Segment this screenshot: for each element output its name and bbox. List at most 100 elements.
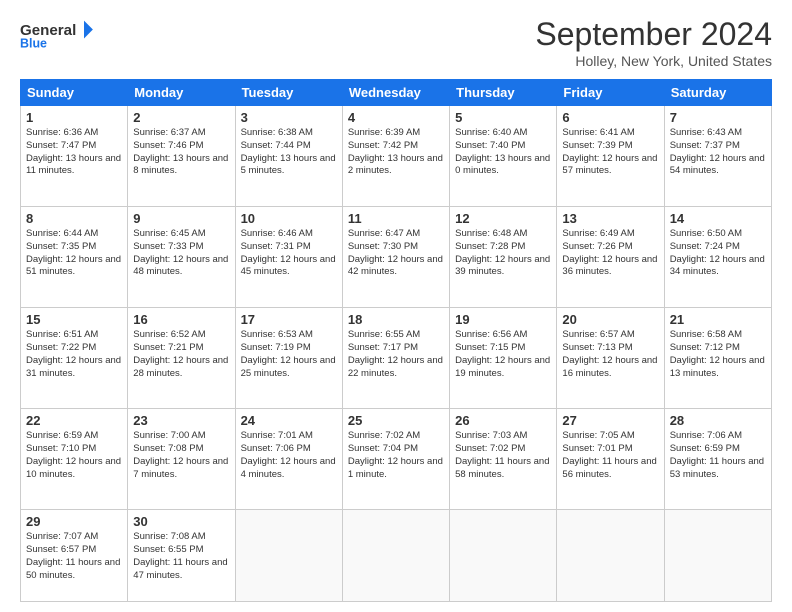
calendar-cell: 15 Sunrise: 6:51 AMSunset: 7:22 PMDayligh… <box>21 308 128 409</box>
day-info: Sunrise: 6:40 AMSunset: 7:40 PMDaylight:… <box>455 127 551 178</box>
day-number: 22 <box>26 413 122 428</box>
calendar-cell: 19Sunrise: 6:56 AMSunset: 7:15 PMDayligh… <box>450 308 557 409</box>
calendar-row: 15 Sunrise: 6:51 AMSunset: 7:22 PMDayligh… <box>21 308 772 409</box>
calendar-cell: 12 Sunrise: 6:48 AMSunset: 7:28 PMDayligh… <box>450 207 557 308</box>
day-info: Sunrise: 7:06 AMSunset: 6:59 PMDaylight:… <box>670 430 766 481</box>
day-number: 7 <box>670 110 766 125</box>
day-number: 3 <box>241 110 337 125</box>
calendar-cell <box>664 510 771 602</box>
calendar-cell: 14 Sunrise: 6:50 AMSunset: 7:24 PMDayligh… <box>664 207 771 308</box>
calendar-cell: 16Sunrise: 6:52 AMSunset: 7:21 PMDayligh… <box>128 308 235 409</box>
day-number: 24 <box>241 413 337 428</box>
day-info: Sunrise: 6:46 AMSunset: 7:31 PMDaylight:… <box>241 228 337 279</box>
calendar-cell: 26 Sunrise: 7:03 AMSunset: 7:02 PMDayligh… <box>450 409 557 510</box>
day-info: Sunrise: 6:57 AMSunset: 7:13 PMDaylight:… <box>562 329 658 380</box>
day-number: 30 <box>133 514 229 529</box>
calendar-cell: 4 Sunrise: 6:39 AMSunset: 7:42 PMDaylight… <box>342 106 449 207</box>
day-number: 15 <box>26 312 122 327</box>
calendar-cell: 1Sunrise: 6:36 AMSunset: 7:47 PMDaylight… <box>21 106 128 207</box>
day-info: Sunrise: 6:45 AMSunset: 7:33 PMDaylight:… <box>133 228 229 279</box>
month-title: September 2024 <box>535 16 772 53</box>
header-row: Sunday Monday Tuesday Wednesday Thursday… <box>21 80 772 106</box>
day-number: 8 <box>26 211 122 226</box>
day-info: Sunrise: 7:08 AMSunset: 6:55 PMDaylight:… <box>133 531 229 582</box>
location: Holley, New York, United States <box>535 53 772 69</box>
day-info: Sunrise: 6:53 AMSunset: 7:19 PMDaylight:… <box>241 329 337 380</box>
day-number: 17 <box>241 312 337 327</box>
calendar-cell: 17 Sunrise: 6:53 AMSunset: 7:19 PMDayligh… <box>235 308 342 409</box>
title-area: September 2024 Holley, New York, United … <box>535 16 772 69</box>
day-number: 2 <box>133 110 229 125</box>
svg-text:Blue: Blue <box>20 36 47 50</box>
day-number: 14 <box>670 211 766 226</box>
day-number: 1 <box>26 110 122 125</box>
day-number: 18 <box>348 312 444 327</box>
day-info: Sunrise: 6:44 AMSunset: 7:35 PMDaylight:… <box>26 228 122 279</box>
page: General Blue September 2024 Holley, New … <box>0 0 792 612</box>
day-number: 10 <box>241 211 337 226</box>
calendar-cell: 5Sunrise: 6:40 AMSunset: 7:40 PMDaylight… <box>450 106 557 207</box>
calendar-cell <box>342 510 449 602</box>
calendar-cell: 3 Sunrise: 6:38 AMSunset: 7:44 PMDaylight… <box>235 106 342 207</box>
day-info: Sunrise: 6:38 AMSunset: 7:44 PMDaylight:… <box>241 127 337 178</box>
calendar-row: 1Sunrise: 6:36 AMSunset: 7:47 PMDaylight… <box>21 106 772 207</box>
day-info: Sunrise: 7:03 AMSunset: 7:02 PMDaylight:… <box>455 430 551 481</box>
calendar-cell: 11 Sunrise: 6:47 AMSunset: 7:30 PMDayligh… <box>342 207 449 308</box>
calendar-cell <box>235 510 342 602</box>
calendar-cell: 18 Sunrise: 6:55 AMSunset: 7:17 PMDayligh… <box>342 308 449 409</box>
day-info: Sunrise: 7:00 AMSunset: 7:08 PMDaylight:… <box>133 430 229 481</box>
day-info: Sunrise: 6:51 AMSunset: 7:22 PMDaylight:… <box>26 329 122 380</box>
calendar-cell: 25Sunrise: 7:02 AMSunset: 7:04 PMDayligh… <box>342 409 449 510</box>
calendar-cell: 21Sunrise: 6:58 AMSunset: 7:12 PMDayligh… <box>664 308 771 409</box>
day-info: Sunrise: 6:47 AMSunset: 7:30 PMDaylight:… <box>348 228 444 279</box>
calendar-cell: 10 Sunrise: 6:46 AMSunset: 7:31 PMDayligh… <box>235 207 342 308</box>
col-sunday: Sunday <box>21 80 128 106</box>
calendar-cell: 8 Sunrise: 6:44 AMSunset: 7:35 PMDaylight… <box>21 207 128 308</box>
day-number: 4 <box>348 110 444 125</box>
day-info: Sunrise: 6:59 AMSunset: 7:10 PMDaylight:… <box>26 430 122 481</box>
day-number: 11 <box>348 211 444 226</box>
calendar-row: 22 Sunrise: 6:59 AMSunset: 7:10 PMDayligh… <box>21 409 772 510</box>
calendar-cell: 30 Sunrise: 7:08 AMSunset: 6:55 PMDayligh… <box>128 510 235 602</box>
day-info: Sunrise: 6:55 AMSunset: 7:17 PMDaylight:… <box>348 329 444 380</box>
calendar-cell: 27Sunrise: 7:05 AMSunset: 7:01 PMDayligh… <box>557 409 664 510</box>
calendar-cell: 20 Sunrise: 6:57 AMSunset: 7:13 PMDayligh… <box>557 308 664 409</box>
day-info: Sunrise: 6:52 AMSunset: 7:21 PMDaylight:… <box>133 329 229 380</box>
day-number: 29 <box>26 514 122 529</box>
col-saturday: Saturday <box>664 80 771 106</box>
col-wednesday: Wednesday <box>342 80 449 106</box>
day-number: 23 <box>133 413 229 428</box>
calendar-cell: 28 Sunrise: 7:06 AMSunset: 6:59 PMDayligh… <box>664 409 771 510</box>
day-info: Sunrise: 7:01 AMSunset: 7:06 PMDaylight:… <box>241 430 337 481</box>
calendar-table: Sunday Monday Tuesday Wednesday Thursday… <box>20 79 772 602</box>
day-info: Sunrise: 6:48 AMSunset: 7:28 PMDaylight:… <box>455 228 551 279</box>
day-info: Sunrise: 6:58 AMSunset: 7:12 PMDaylight:… <box>670 329 766 380</box>
col-monday: Monday <box>128 80 235 106</box>
day-number: 9 <box>133 211 229 226</box>
day-info: Sunrise: 6:49 AMSunset: 7:26 PMDaylight:… <box>562 228 658 279</box>
calendar-cell <box>557 510 664 602</box>
calendar-cell: 29 Sunrise: 7:07 AMSunset: 6:57 PMDayligh… <box>21 510 128 602</box>
day-number: 26 <box>455 413 551 428</box>
calendar-cell: 7 Sunrise: 6:43 AMSunset: 7:37 PMDaylight… <box>664 106 771 207</box>
day-info: Sunrise: 6:50 AMSunset: 7:24 PMDaylight:… <box>670 228 766 279</box>
day-info: Sunrise: 6:41 AMSunset: 7:39 PMDaylight:… <box>562 127 658 178</box>
day-info: Sunrise: 6:39 AMSunset: 7:42 PMDaylight:… <box>348 127 444 178</box>
day-number: 25 <box>348 413 444 428</box>
calendar-cell: 9 Sunrise: 6:45 AMSunset: 7:33 PMDaylight… <box>128 207 235 308</box>
col-thursday: Thursday <box>450 80 557 106</box>
day-number: 12 <box>455 211 551 226</box>
day-info: Sunrise: 7:07 AMSunset: 6:57 PMDaylight:… <box>26 531 122 582</box>
calendar-cell: 2Sunrise: 6:37 AMSunset: 7:46 PMDaylight… <box>128 106 235 207</box>
day-info: Sunrise: 6:43 AMSunset: 7:37 PMDaylight:… <box>670 127 766 178</box>
calendar-cell: 13Sunrise: 6:49 AMSunset: 7:26 PMDayligh… <box>557 207 664 308</box>
day-number: 20 <box>562 312 658 327</box>
calendar-cell: 23 Sunrise: 7:00 AMSunset: 7:08 PMDayligh… <box>128 409 235 510</box>
header: General Blue September 2024 Holley, New … <box>20 16 772 69</box>
day-number: 27 <box>562 413 658 428</box>
day-number: 28 <box>670 413 766 428</box>
calendar-cell: 24 Sunrise: 7:01 AMSunset: 7:06 PMDayligh… <box>235 409 342 510</box>
calendar-row: 29 Sunrise: 7:07 AMSunset: 6:57 PMDayligh… <box>21 510 772 602</box>
day-number: 6 <box>562 110 658 125</box>
calendar-cell: 22 Sunrise: 6:59 AMSunset: 7:10 PMDayligh… <box>21 409 128 510</box>
